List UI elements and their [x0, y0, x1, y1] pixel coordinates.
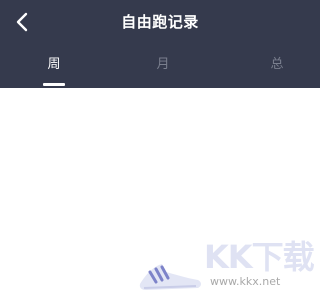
active-tab-indicator [43, 83, 65, 86]
watermark-logo: KK下载 [204, 238, 315, 276]
sneaker-icon [139, 264, 201, 290]
page-title: 自由跑记录 [121, 13, 199, 31]
tab-bar: 周 月 总 [0, 52, 320, 88]
tab-week[interactable]: 周 [34, 56, 74, 74]
watermark-url: www.kkx.net [210, 275, 281, 288]
app-root: 自由跑记录 周 月 总 KK下载 www.kkx.net [0, 0, 320, 293]
tab-total[interactable]: 总 [257, 56, 297, 74]
header-bar: 自由跑记录 周 月 总 [0, 0, 320, 88]
tab-month[interactable]: 月 [143, 56, 183, 74]
